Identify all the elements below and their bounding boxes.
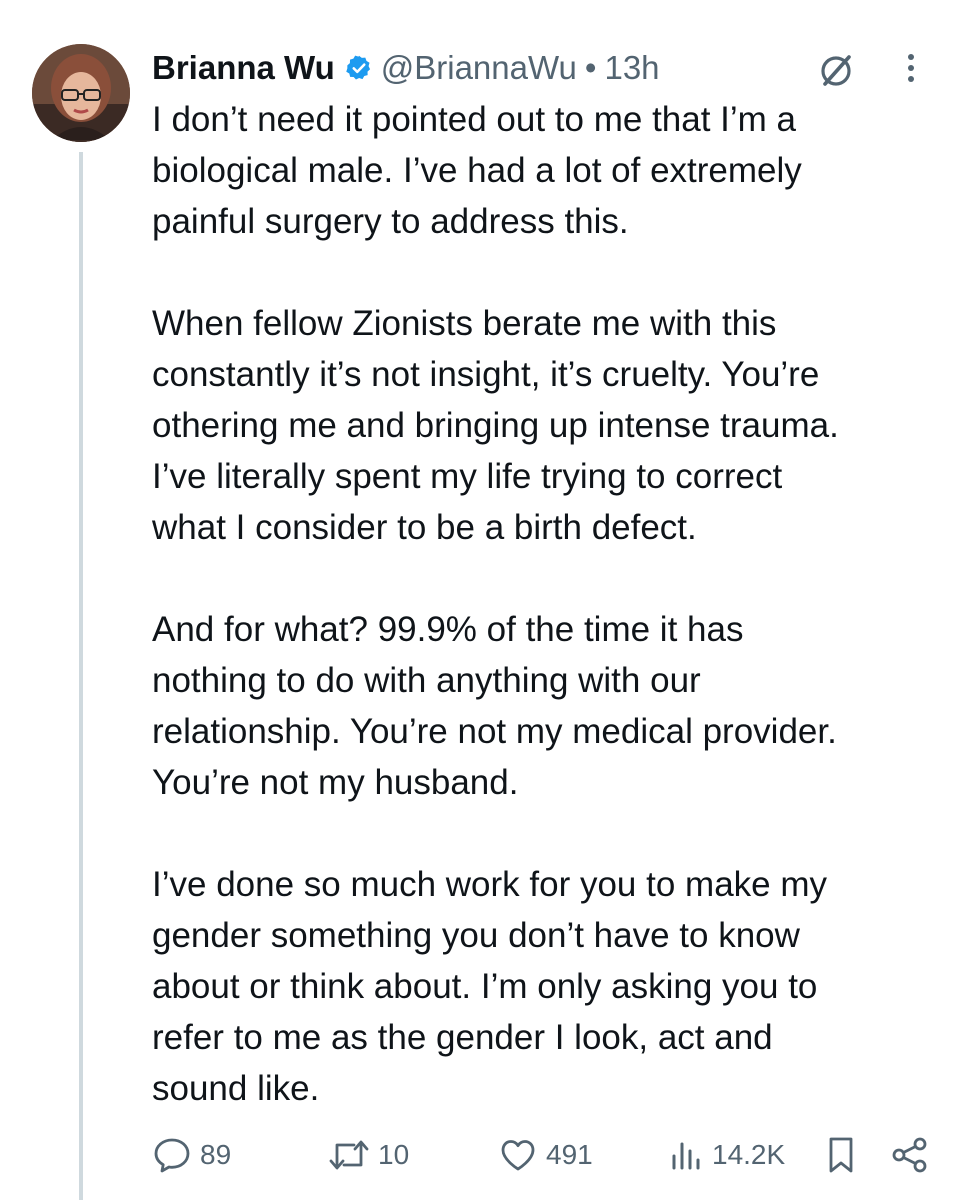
tweet-paragraph: I’ve done so much work for you to make m… <box>152 865 827 1108</box>
reply-count: 89 <box>200 1139 232 1170</box>
tweet-text: I don’t need it pointed out to me that I… <box>152 94 942 1114</box>
views-count: 14.2K <box>712 1139 786 1170</box>
separator-dot: • <box>584 49 597 86</box>
views-button[interactable]: 14.2K <box>668 1132 785 1178</box>
timestamp[interactable]: 13h <box>604 49 659 87</box>
like-button[interactable]: 491 <box>498 1132 593 1178</box>
reply-button[interactable]: 89 <box>152 1132 231 1178</box>
tweet-paragraph: When fellow Zionists berate me with this… <box>152 304 839 547</box>
reply-icon <box>154 1138 190 1173</box>
verified-badge-icon[interactable] <box>345 54 373 82</box>
tweet-paragraph: And for what? 99.9% of the time it has n… <box>152 610 837 802</box>
repost-count: 10 <box>378 1139 410 1170</box>
more-icon[interactable] <box>904 52 918 93</box>
thread-line <box>79 152 83 1200</box>
share-button[interactable] <box>890 1132 930 1178</box>
tweet-header: Brianna Wu @BriannaWu • 13h <box>152 46 660 90</box>
grok-icon[interactable] <box>816 50 856 95</box>
avatar[interactable] <box>32 44 130 142</box>
views-icon <box>672 1142 700 1170</box>
author-handle[interactable]: @BriannaWu <box>381 49 577 87</box>
like-count: 491 <box>546 1139 593 1170</box>
author-name[interactable]: Brianna Wu <box>152 49 335 87</box>
repost-button[interactable]: 10 <box>328 1132 409 1178</box>
tweet-paragraph: I don’t need it pointed out to me that I… <box>152 100 802 241</box>
bookmark-button[interactable] <box>824 1132 858 1178</box>
bookmark-icon <box>829 1137 853 1173</box>
action-bar: 89 10 491 14.2K <box>152 1132 942 1178</box>
repost-icon <box>329 1140 369 1170</box>
share-icon <box>892 1137 927 1173</box>
like-icon <box>501 1140 535 1171</box>
avatar-image <box>32 44 130 142</box>
